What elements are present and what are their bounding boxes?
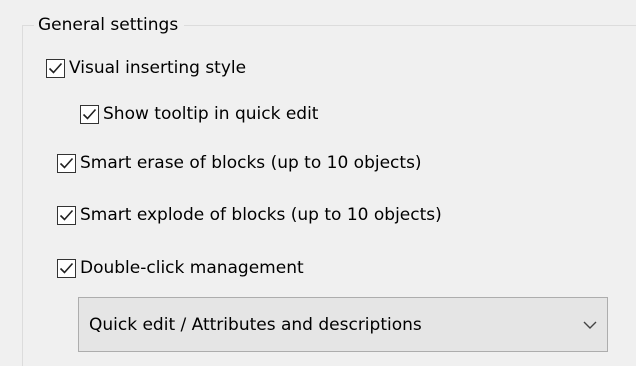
chevron-down-icon[interactable] <box>583 320 597 330</box>
checkmark-icon <box>59 157 74 169</box>
smart-explode-blocks-label: Smart explode of blocks (up to 10 object… <box>80 205 442 225</box>
double-click-action-value: Quick edit / Attributes and descriptions <box>89 314 422 335</box>
double-click-management-label: Double-click management <box>80 258 304 278</box>
smart-explode-blocks-checkbox[interactable]: Smart explode of blocks (up to 10 object… <box>57 202 442 228</box>
visual-inserting-style-checkbox[interactable]: Visual inserting style <box>46 55 246 81</box>
double-click-action-dropdown[interactable]: Quick edit / Attributes and descriptions <box>78 297 608 352</box>
smart-erase-blocks-checkbox[interactable]: Smart erase of blocks (up to 10 objects) <box>57 150 422 176</box>
checkmark-icon <box>59 209 74 221</box>
checkbox-box[interactable] <box>57 205 76 225</box>
show-tooltip-quick-edit-checkbox[interactable]: Show tooltip in quick edit <box>80 101 318 127</box>
checkbox-box[interactable] <box>57 153 76 173</box>
checkbox-box[interactable] <box>46 58 65 78</box>
checkbox-box[interactable] <box>57 258 76 278</box>
checkbox-box[interactable] <box>80 104 99 124</box>
checkmark-icon <box>82 108 97 120</box>
double-click-management-checkbox[interactable]: Double-click management <box>57 255 304 281</box>
checkmark-icon <box>48 62 63 74</box>
show-tooltip-quick-edit-label: Show tooltip in quick edit <box>103 104 319 124</box>
visual-inserting-style-label: Visual inserting style <box>69 58 247 78</box>
smart-erase-blocks-label: Smart erase of blocks (up to 10 objects) <box>80 153 422 173</box>
general-settings-title: General settings <box>34 13 185 37</box>
checkmark-icon <box>59 262 74 274</box>
